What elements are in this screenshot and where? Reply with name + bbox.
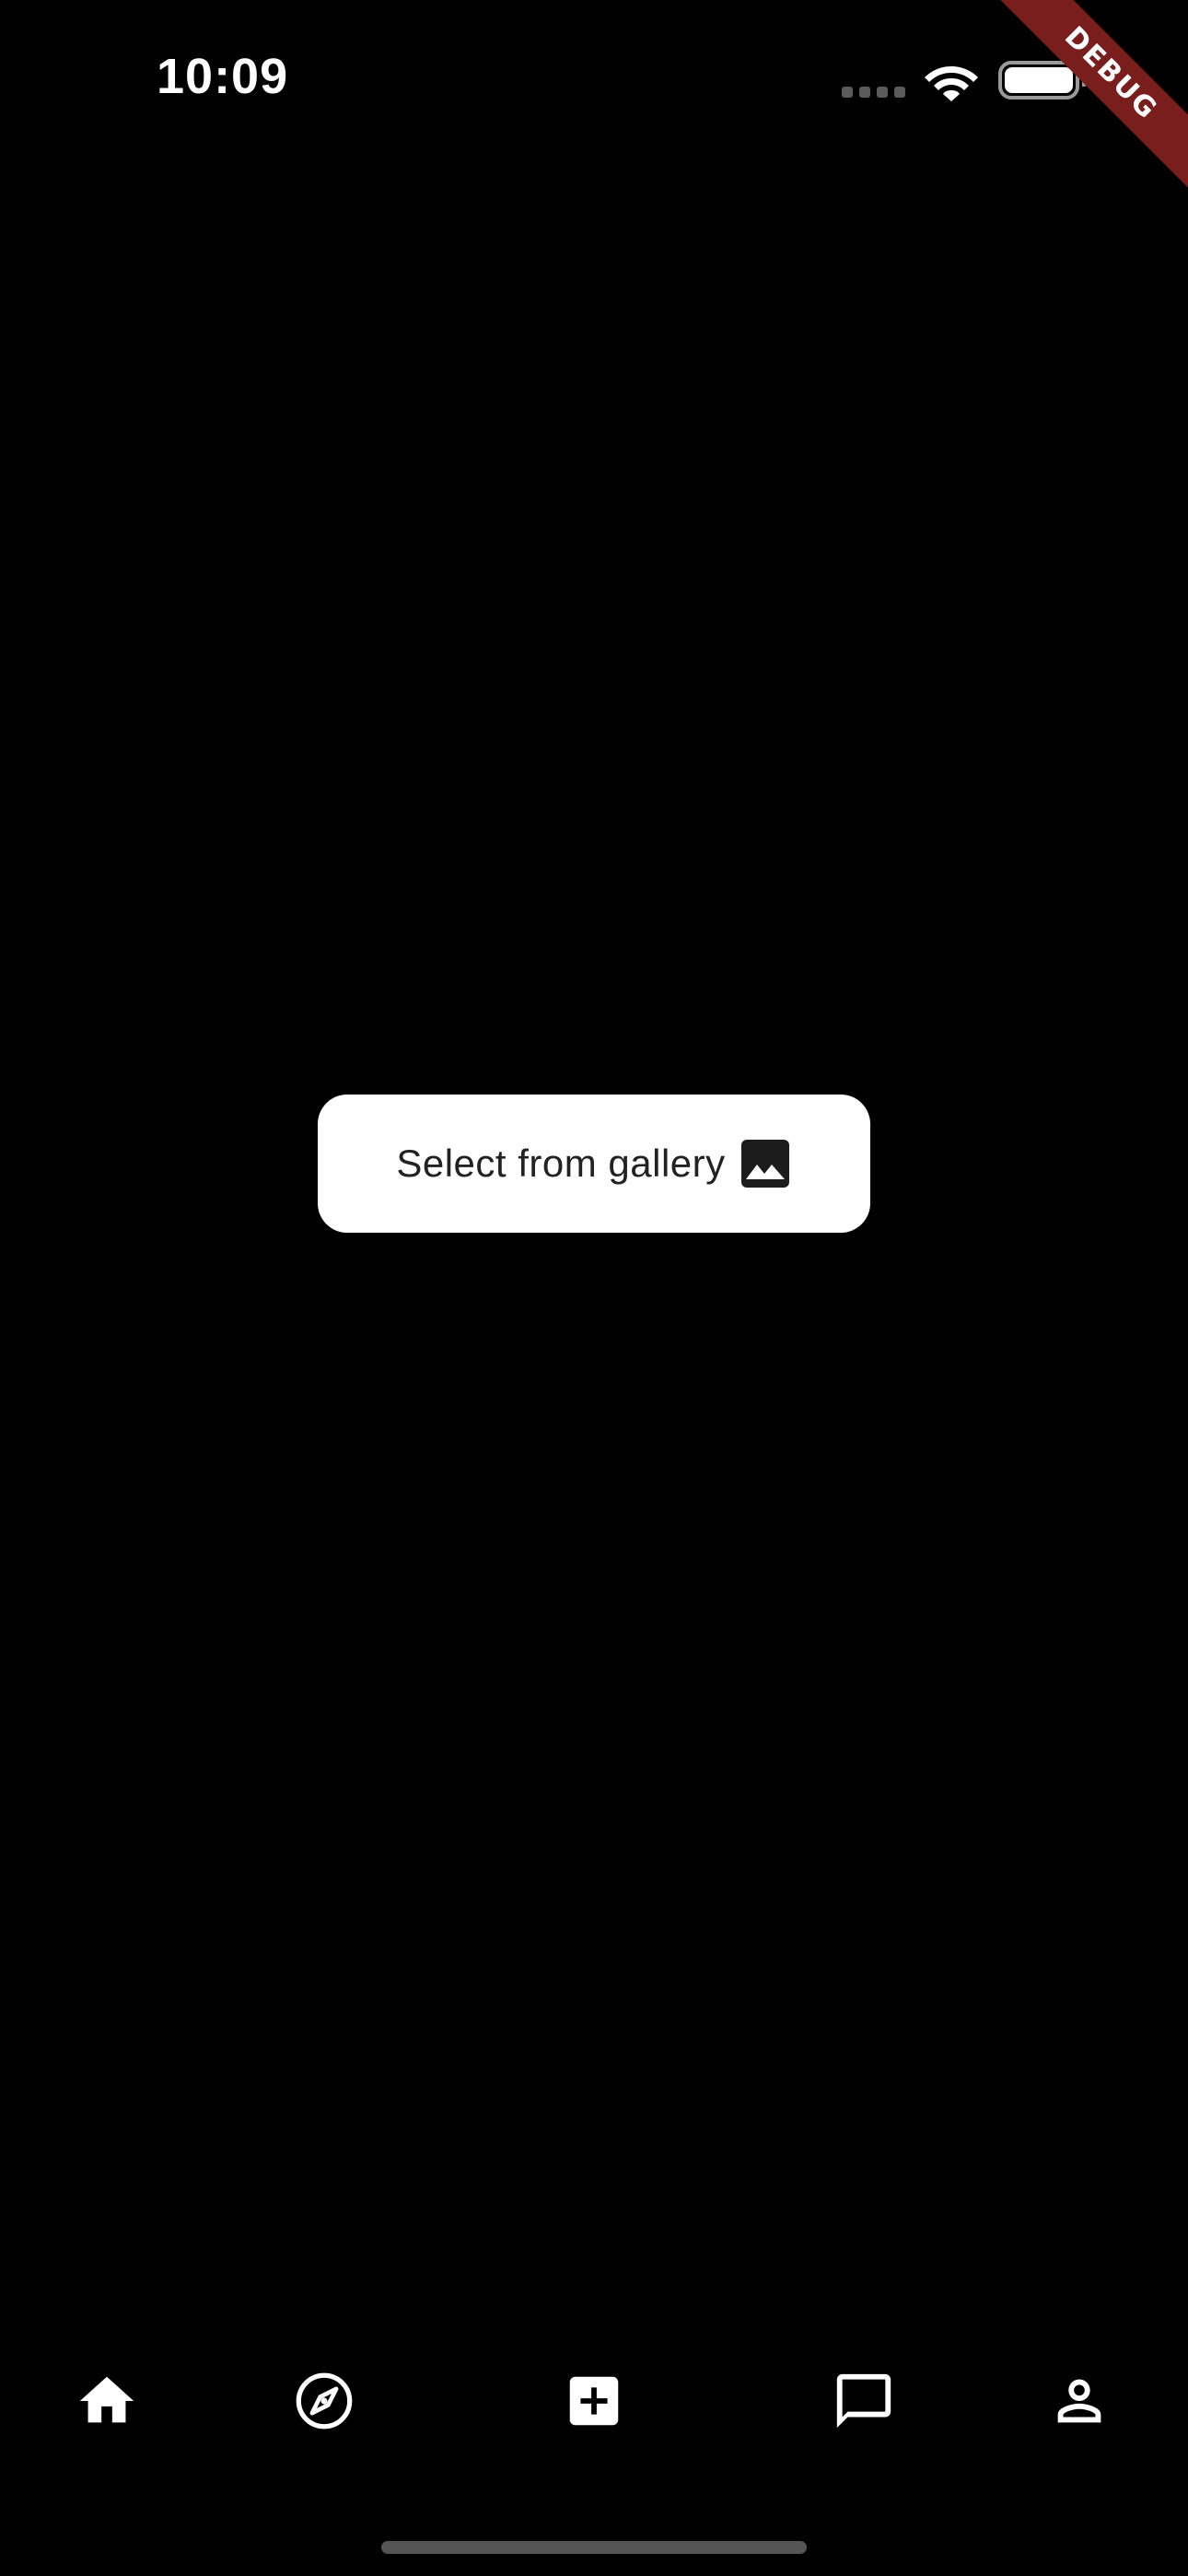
- debug-banner: DEBUG: [967, 0, 1188, 221]
- nav-messages[interactable]: [818, 2349, 910, 2453]
- gallery-button-label: Select from gallery: [396, 1142, 726, 1185]
- add-box-icon: [569, 2376, 619, 2426]
- home-icon: [79, 2376, 134, 2423]
- select-from-gallery-button[interactable]: Select from gallery: [318, 1095, 870, 1233]
- home-indicator[interactable]: [381, 2541, 807, 2554]
- status-time: 10:09: [157, 49, 289, 104]
- bottom-navigation-bar: [0, 2349, 1188, 2453]
- compass-icon: [296, 2372, 353, 2430]
- nav-add-post[interactable]: [548, 2349, 640, 2453]
- cellular-signal-icon: [842, 87, 906, 98]
- chat-icon: [836, 2373, 891, 2429]
- nav-profile[interactable]: [1033, 2349, 1125, 2453]
- image-icon: [740, 1140, 789, 1188]
- debug-banner-label: DEBUG: [974, 0, 1188, 210]
- nav-home[interactable]: [61, 2349, 153, 2453]
- nav-explore[interactable]: [278, 2349, 370, 2453]
- person-icon: [1057, 2379, 1101, 2423]
